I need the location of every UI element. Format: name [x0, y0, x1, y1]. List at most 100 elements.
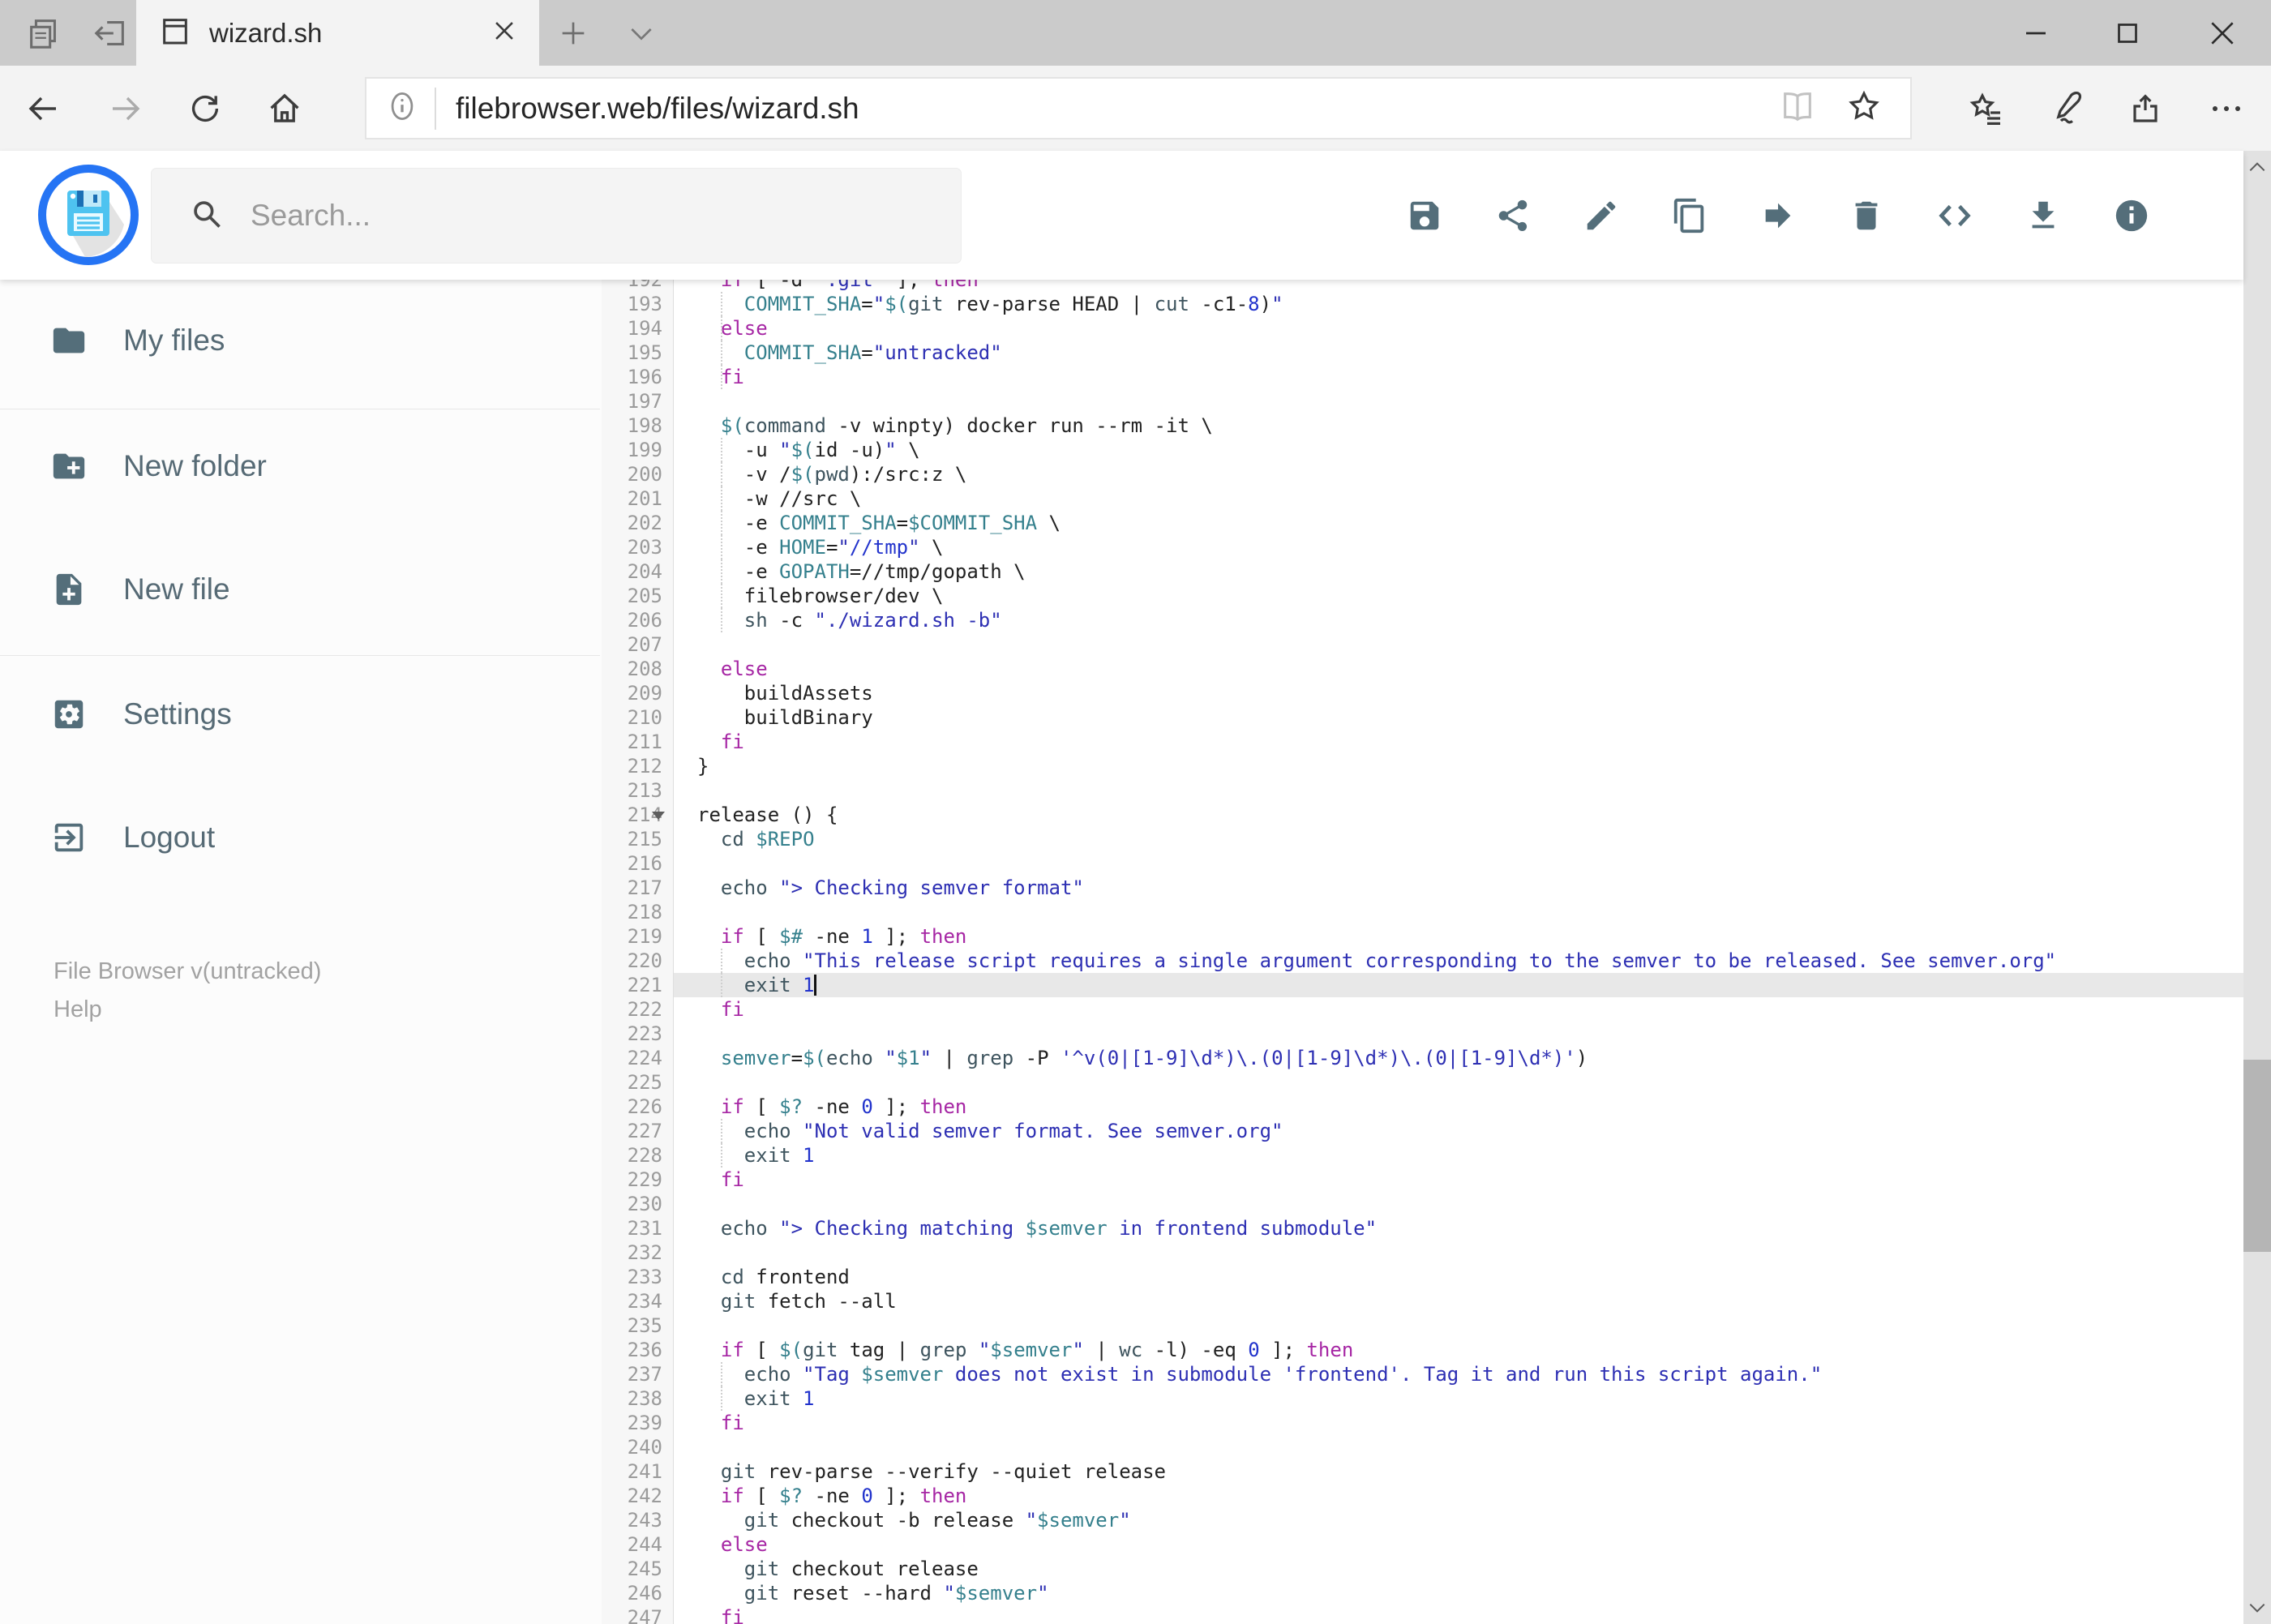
code-line-text[interactable]: if [ $? -ne 0 ]; then	[674, 1095, 2243, 1119]
code-line[interactable]: 195 COMMIT_SHA="untracked"	[602, 341, 2243, 365]
search-input[interactable]: Search...	[151, 168, 962, 264]
info-button[interactable]	[2087, 171, 2175, 260]
code-line-text[interactable]: echo "Tag $semver does not exist in subm…	[674, 1362, 2243, 1386]
code-line[interactable]: 209 buildAssets	[602, 681, 2243, 705]
code-line-text[interactable]	[674, 778, 2243, 803]
copy-button[interactable]	[1645, 171, 1733, 260]
code-line-text[interactable]: }	[674, 754, 2243, 778]
code-line-text[interactable]: $(command -v winpty) docker run --rm -it…	[674, 413, 2243, 438]
close-window-icon[interactable]	[2186, 0, 2259, 66]
code-line-text[interactable]	[674, 851, 2243, 876]
edit-button[interactable]	[1557, 171, 1645, 260]
save-button[interactable]	[1380, 171, 1468, 260]
code-line[interactable]: 199 -u "$(id -u)" \	[602, 438, 2243, 462]
code-line[interactable]: 225	[602, 1070, 2243, 1095]
code-line[interactable]: 217 echo "> Checking semver format"	[602, 876, 2243, 900]
code-line-text[interactable]	[674, 1240, 2243, 1265]
code-line[interactable]: 194 else	[602, 316, 2243, 341]
code-line-text[interactable]	[674, 1070, 2243, 1095]
code-line[interactable]: 236 if [ $(git tag | grep "$semver" | wc…	[602, 1338, 2243, 1362]
code-line[interactable]: 192 if [ -d ".git" ]; then	[602, 280, 2243, 292]
code-line-text[interactable]: -v /$(pwd):/src:z \	[674, 462, 2243, 486]
code-line-text[interactable]: buildBinary	[674, 705, 2243, 730]
code-line[interactable]: 198 $(command -v winpty) docker run --rm…	[602, 413, 2243, 438]
code-line[interactable]: 230	[602, 1192, 2243, 1216]
code-line-text[interactable]	[674, 1192, 2243, 1216]
code-line[interactable]: 242 if [ $? -ne 0 ]; then	[602, 1484, 2243, 1508]
code-line-text[interactable]: exit 1	[674, 973, 2243, 997]
code-line-text[interactable]: fi	[674, 997, 2243, 1022]
code-line[interactable]: 197	[602, 389, 2243, 413]
code-line[interactable]: 237 echo "Tag $semver does not exist in …	[602, 1362, 2243, 1386]
scrollbar-thumb[interactable]	[2243, 1060, 2271, 1252]
code-line[interactable]: 207	[602, 632, 2243, 657]
more-options-icon[interactable]	[2190, 66, 2263, 151]
code-line-text[interactable]: if [ $(git tag | grep "$semver" | wc -l)…	[674, 1338, 2243, 1362]
code-line-text[interactable]: -u "$(id -u)" \	[674, 438, 2243, 462]
close-tab-icon[interactable]	[491, 17, 518, 49]
sidebar-item-settings[interactable]: Settings	[0, 677, 602, 752]
code-line-text[interactable]: buildAssets	[674, 681, 2243, 705]
back-icon[interactable]	[6, 66, 79, 151]
code-line-text[interactable]: git checkout release	[674, 1557, 2243, 1581]
browser-tab[interactable]: wizard.sh	[136, 0, 539, 66]
code-line-text[interactable]: echo "> Checking semver format"	[674, 876, 2243, 900]
code-line[interactable]: 208 else	[602, 657, 2243, 681]
help-link[interactable]: Help	[54, 991, 321, 1029]
code-line-text[interactable]: if [ $# -ne 1 ]; then	[674, 924, 2243, 949]
code-line-text[interactable]: echo "> Checking matching $semver in fro…	[674, 1216, 2243, 1240]
url-text[interactable]: filebrowser.web/files/wizard.sh	[456, 92, 1779, 126]
code-line[interactable]: 240	[602, 1435, 2243, 1459]
code-line-text[interactable]: -w //src \	[674, 486, 2243, 511]
page-scrollbar[interactable]	[2243, 151, 2271, 1624]
code-line-text[interactable]: if [ $? -ne 0 ]; then	[674, 1484, 2243, 1508]
file-browser-logo[interactable]	[36, 163, 140, 271]
sidebar-item-logout[interactable]: Logout	[0, 800, 602, 875]
share-button[interactable]	[1468, 171, 1557, 260]
code-line-text[interactable]	[674, 632, 2243, 657]
maximize-icon[interactable]	[2091, 0, 2164, 66]
sidebar-item-new-file[interactable]: New file	[0, 552, 602, 627]
code-line-text[interactable]: sh -c "./wizard.sh -b"	[674, 608, 2243, 632]
code-line[interactable]: 200 -v /$(pwd):/src:z \	[602, 462, 2243, 486]
code-line[interactable]: 222 fi	[602, 997, 2243, 1022]
code-line-text[interactable]: exit 1	[674, 1143, 2243, 1168]
tab-preview-icon[interactable]	[11, 0, 76, 66]
code-line[interactable]: 233 cd frontend	[602, 1265, 2243, 1289]
fold-marker-icon[interactable]	[652, 812, 665, 820]
code-line[interactable]: 218	[602, 900, 2243, 924]
code-line-text[interactable]: semver=$(echo "$1" | grep -P '^v(0|[1-9]…	[674, 1046, 2243, 1070]
code-line[interactable]: 193 COMMIT_SHA="$(git rev-parse HEAD | c…	[602, 292, 2243, 316]
code-line-text[interactable]: fi	[674, 1168, 2243, 1192]
code-line-text[interactable]: fi	[674, 365, 2243, 389]
code-line[interactable]: 226 if [ $? -ne 0 ]; then	[602, 1095, 2243, 1119]
code-line-text[interactable]: -e GOPATH=//tmp/gopath \	[674, 559, 2243, 584]
code-line[interactable]: 210 buildBinary	[602, 705, 2243, 730]
code-line-text[interactable]: else	[674, 657, 2243, 681]
code-line[interactable]: 229 fi	[602, 1168, 2243, 1192]
code-line[interactable]: 219 if [ $# -ne 1 ]; then	[602, 924, 2243, 949]
code-line-text[interactable]: COMMIT_SHA="untracked"	[674, 341, 2243, 365]
code-line-text[interactable]: cd frontend	[674, 1265, 2243, 1289]
code-line-text[interactable]: COMMIT_SHA="$(git rev-parse HEAD | cut -…	[674, 292, 2243, 316]
code-line[interactable]: 213	[602, 778, 2243, 803]
code-line-text[interactable]: git fetch --all	[674, 1289, 2243, 1313]
forward-icon[interactable]	[89, 66, 162, 151]
reading-view-icon[interactable]	[1779, 88, 1816, 129]
site-info-icon[interactable]	[384, 88, 420, 128]
code-line-text[interactable]: cd $REPO	[674, 827, 2243, 851]
new-tab-icon[interactable]	[542, 0, 605, 66]
sidebar-item-my-files[interactable]: My files	[0, 303, 602, 378]
code-line-text[interactable]: fi	[674, 1411, 2243, 1435]
code-line-text[interactable]	[674, 389, 2243, 413]
set-aside-tabs-icon[interactable]	[78, 0, 143, 66]
code-line[interactable]: 204 -e GOPATH=//tmp/gopath \	[602, 559, 2243, 584]
move-button[interactable]	[1733, 171, 1822, 260]
code-line-text[interactable]: -e HOME="//tmp" \	[674, 535, 2243, 559]
hub-icon[interactable]	[1950, 66, 2023, 151]
code-line-text[interactable]	[674, 900, 2243, 924]
home-icon[interactable]	[248, 66, 321, 151]
code-line[interactable]: 246 git reset --hard "$semver"	[602, 1581, 2243, 1605]
code-line[interactable]: 232	[602, 1240, 2243, 1265]
code-line[interactable]: 234 git fetch --all	[602, 1289, 2243, 1313]
